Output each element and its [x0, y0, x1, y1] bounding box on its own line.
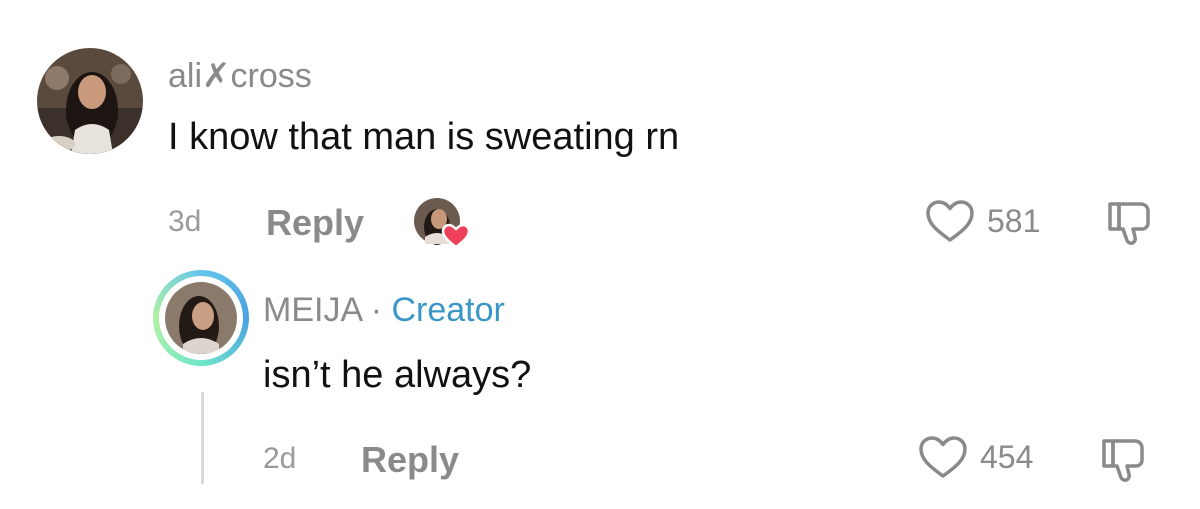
reply-button[interactable]: Reply	[266, 202, 364, 244]
thread-line	[201, 392, 204, 484]
username-separator: ·	[370, 291, 383, 329]
creator-avatar	[165, 282, 237, 354]
reply-username-row: MEIJA · Creator	[263, 291, 505, 330]
creator-badge: Creator	[391, 291, 505, 329]
like-count: 581	[987, 202, 1041, 239]
creator-liked-avatar	[414, 198, 471, 249]
creator-avatar-ring[interactable]	[153, 270, 249, 366]
heart-outline-icon	[926, 200, 974, 242]
reply-username[interactable]: MEIJA	[263, 291, 361, 329]
thumbs-down-icon	[1108, 202, 1150, 245]
heart-outline-icon	[919, 436, 967, 478]
like-button[interactable]: 581	[925, 199, 1040, 243]
reply-like-button[interactable]: 454	[918, 435, 1033, 479]
commenter-avatar[interactable]	[37, 48, 143, 154]
reply-dislike-button[interactable]	[1099, 437, 1147, 488]
comment-username[interactable]: ali✗cross	[168, 56, 312, 96]
reply-like-count: 454	[980, 438, 1034, 475]
creator-liked-indicator	[413, 197, 471, 249]
avatar-photo	[37, 48, 143, 154]
comment-timestamp: 3d	[168, 205, 202, 238]
reply-text: isn’t he always?	[263, 354, 532, 396]
comment-text: I know that man is sweating rn	[168, 116, 680, 158]
reply-to-reply-button[interactable]: Reply	[361, 439, 459, 481]
reply-timestamp: 2d	[263, 442, 297, 475]
dislike-button[interactable]	[1105, 200, 1153, 251]
creator-avatar-photo	[165, 282, 237, 354]
thumbs-down-icon	[1102, 439, 1144, 482]
